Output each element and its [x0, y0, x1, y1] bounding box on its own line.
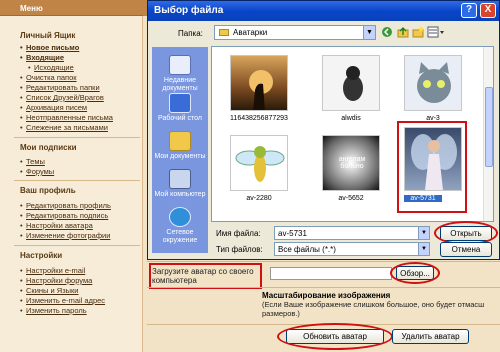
divider: [147, 287, 500, 288]
divider: [14, 180, 140, 181]
file-label-4: av-2280: [246, 195, 272, 202]
scale-note: (Если Ваше изображение слишком большое, …: [262, 300, 485, 318]
place-network-label: Сетевое окружение: [162, 229, 198, 244]
sidebar-item-clear-folders[interactable]: Очистка папок: [20, 73, 77, 82]
filename-value: av-5731: [278, 229, 307, 238]
highlight-browse: [390, 262, 440, 284]
up-folder-icon[interactable]: [397, 26, 409, 38]
divider: [14, 137, 140, 138]
file-thumb-1[interactable]: [230, 55, 288, 111]
place-computer[interactable]: Мой компьютер: [152, 169, 208, 199]
place-recent-label: Недавние документы: [162, 77, 198, 92]
back-icon[interactable]: [381, 26, 393, 38]
sidebar-item-archive[interactable]: Архивация писем: [20, 103, 87, 112]
sidebar-item-unsent[interactable]: Неотправленные письма: [20, 113, 113, 122]
recent-documents-icon: [169, 55, 191, 75]
dragonfly-image: [235, 146, 285, 182]
sidebar-item-outbox[interactable]: Исходящие: [28, 63, 74, 72]
sidebar-item-inbox[interactable]: Входящие: [20, 53, 64, 62]
file-thumb-5[interactable]: ангелам больно: [322, 135, 380, 191]
network-icon: [169, 207, 191, 227]
folder-icon: [219, 29, 229, 36]
place-documents-label: Мои документы: [154, 153, 206, 160]
section-title-settings: Настройки: [20, 251, 63, 260]
dialog-title: Выбор файла: [154, 5, 224, 16]
divider: [14, 245, 140, 246]
sidebar-item-edit-signature[interactable]: Редактировать подпись: [20, 211, 108, 220]
dialog-titlebar[interactable]: Выбор файла ? X: [148, 1, 499, 21]
file-thumb-3[interactable]: [404, 55, 462, 111]
my-computer-icon: [169, 169, 191, 189]
close-button[interactable]: X: [480, 3, 496, 18]
file-list[interactable]: 116438256877293 alwdis av-3 av-2280 анге…: [211, 46, 494, 222]
sidebar-item-forums[interactable]: Форумы: [20, 167, 54, 176]
place-computer-label: Мой компьютер: [154, 191, 206, 198]
thumb-caption: ангелам больно: [338, 156, 366, 170]
sidebar-item-change-password[interactable]: Изменить пароль: [20, 306, 87, 315]
chevron-down-icon: ▼: [363, 26, 375, 39]
section-title-inbox: Личный Ящик: [20, 31, 76, 40]
desktop-icon: [169, 93, 191, 113]
sidebar-item-change-email[interactable]: Изменить e-mail адрес: [20, 296, 105, 305]
my-documents-icon: [169, 131, 191, 151]
sidebar-item-email-settings[interactable]: Настройки e-mail: [20, 266, 85, 275]
delete-avatar-button[interactable]: Удалить аватар: [392, 329, 469, 344]
divider: [147, 261, 500, 262]
filename-label: Имя файла:: [216, 229, 261, 238]
filetype-label: Тип файлов:: [216, 245, 263, 254]
sidebar-item-friends[interactable]: Список Друзей/Врагов: [20, 93, 104, 102]
sidebar-item-photo[interactable]: Изменение фотографии: [20, 231, 110, 240]
new-folder-icon[interactable]: [412, 26, 424, 38]
sidebar-item-edit-profile[interactable]: Редактировать профиль: [20, 201, 111, 210]
sidebar-item-topics[interactable]: Темы: [20, 157, 45, 166]
folder-value: Аватарки: [233, 28, 268, 37]
scale-heading: Масштабирование изображения: [262, 291, 391, 300]
scrollbar-thumb[interactable]: [485, 87, 493, 167]
chevron-down-icon: ▼: [418, 227, 429, 239]
file-label-2: alwdis: [341, 115, 361, 122]
sidebar-header: Меню: [0, 0, 143, 16]
file-dialog: Выбор файла ? X Папка: Аватарки ▼ Недавн…: [147, 0, 500, 260]
file-label-5: av-5652: [338, 195, 364, 202]
forum-sidebar: Меню Личный Ящик Новое письмо Входящие И…: [0, 0, 143, 352]
folder-select[interactable]: Аватарки ▼: [214, 25, 376, 40]
silhouette-image: [249, 70, 273, 110]
cancel-button[interactable]: Отмена: [440, 242, 492, 257]
view-menu-icon[interactable]: [427, 26, 445, 38]
vertical-scrollbar[interactable]: [483, 47, 493, 221]
filename-input[interactable]: av-5731 ▼: [274, 226, 430, 240]
place-recent[interactable]: Недавние документы: [152, 55, 208, 93]
cat-image: [417, 62, 451, 103]
filetype-value: Все файлы (*.*): [278, 245, 336, 254]
upload-file-input[interactable]: [270, 267, 392, 280]
sidebar-item-skins[interactable]: Скины и Языки: [20, 286, 78, 295]
highlight-upload-label: [149, 263, 262, 289]
sidebar-item-new-message[interactable]: Новое письмо: [20, 43, 79, 52]
chevron-down-icon: ▼: [418, 243, 429, 255]
place-network[interactable]: Сетевое окружение: [152, 207, 208, 245]
section-title-profile: Ваш профиль: [20, 186, 76, 195]
bird-image: [343, 66, 363, 101]
place-desktop[interactable]: Рабочий стол: [152, 93, 208, 123]
file-label-1: 116438256877293: [230, 115, 288, 122]
section-title-subscriptions: Мои подписки: [20, 143, 77, 152]
folder-label: Папка:: [178, 29, 203, 38]
places-bar: Недавние документы Рабочий стол Мои доку…: [152, 47, 208, 253]
sidebar-item-avatar-settings[interactable]: Настройки аватара: [20, 221, 93, 230]
place-documents[interactable]: Мои документы: [152, 131, 208, 161]
sidebar-item-forum-settings[interactable]: Настройки форума: [20, 276, 92, 285]
highlight-update: [277, 323, 393, 350]
sidebar-item-edit-folders[interactable]: Редактировать папки: [20, 83, 100, 92]
file-thumb-4[interactable]: [230, 135, 288, 191]
sidebar-item-tracking[interactable]: Слежение за письмами: [20, 123, 108, 132]
filetype-select[interactable]: Все файлы (*.*) ▼: [274, 242, 430, 256]
place-desktop-label: Рабочий стол: [158, 115, 202, 122]
file-thumb-2[interactable]: [322, 55, 380, 111]
highlight-selected-file: [397, 121, 467, 213]
help-button[interactable]: ?: [461, 3, 477, 18]
